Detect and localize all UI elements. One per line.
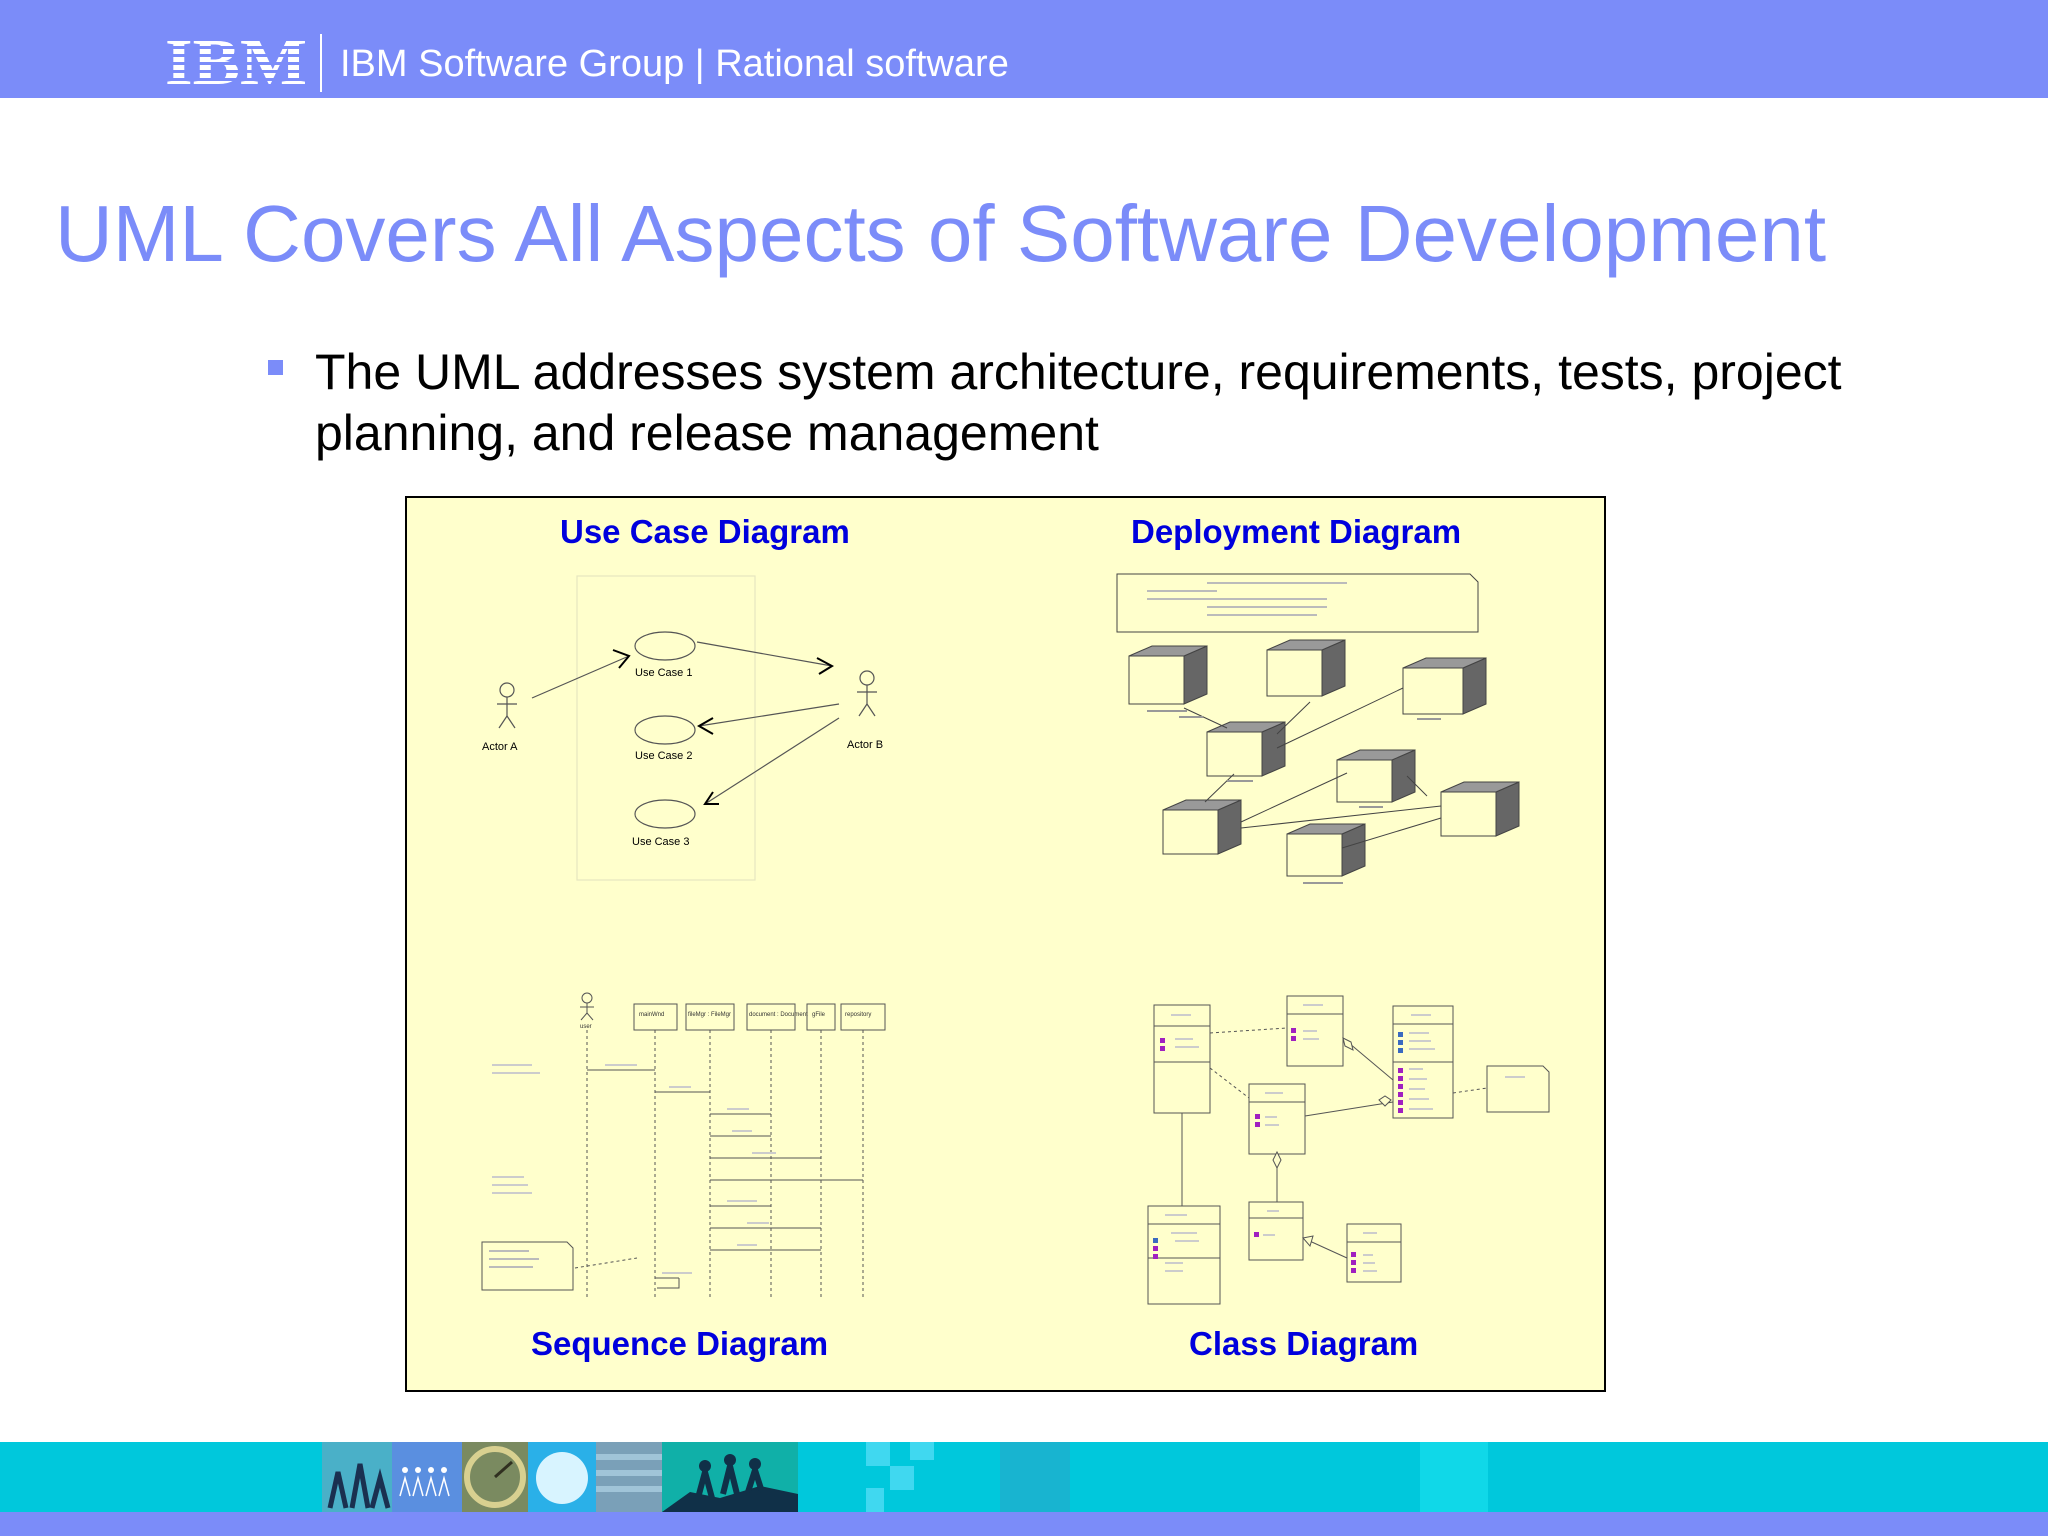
bullet-marker <box>268 360 283 375</box>
footer-pixel-pattern <box>866 1442 934 1512</box>
deployment-node-4 <box>1206 721 1286 777</box>
sequence-messages <box>587 1069 863 1289</box>
use-case-diagram <box>497 575 877 881</box>
deployment-diagram <box>1116 573 1520 884</box>
footer-hikers-icon <box>662 1442 798 1512</box>
deployment-node-7 <box>1162 799 1242 855</box>
uml-diagrams-figure: Actor A Actor B Use Case 1 Use Case 2 Us… <box>481 573 1550 1305</box>
footer-clock-icon <box>462 1442 528 1512</box>
deployment-node-8 <box>1286 823 1366 877</box>
footer-group-icon <box>392 1442 462 1512</box>
use-case-3-ellipse <box>634 799 696 829</box>
actor-a-label: Actor A <box>482 741 518 753</box>
use-case-1-ellipse <box>634 631 696 661</box>
deployment-diagram-label: Deployment Diagram <box>1131 513 1462 550</box>
class-box-1 <box>1153 1004 1211 1114</box>
footer-circle-icon <box>528 1442 596 1512</box>
header-title: IBM Software Group | Rational software <box>340 43 1009 85</box>
lifeline-label-user: user <box>580 1024 592 1030</box>
deployment-node-6 <box>1440 781 1520 837</box>
deployment-node-3 <box>1402 657 1487 715</box>
class-box-5 <box>1147 1205 1221 1305</box>
sequence-diagram-label: Sequence Diagram <box>531 1325 829 1362</box>
deployment-node-2 <box>1266 639 1346 697</box>
system-boundary <box>576 575 756 881</box>
uml-diagram-panel: Actor A Actor B Use Case 1 Use Case 2 Us… <box>405 496 1606 1392</box>
lifeline-label-repository: repository <box>845 1012 871 1018</box>
use-case-2-label: Use Case 2 <box>635 750 692 762</box>
ibm-logo: IBM <box>165 30 307 88</box>
footer-people-icon <box>322 1442 392 1512</box>
class-note <box>1486 1065 1550 1113</box>
lifeline-label-document: document : Document <box>749 1012 808 1018</box>
actor-a-figure <box>497 682 517 729</box>
actor-b-figure <box>857 670 877 717</box>
actor-b-label: Actor B <box>847 739 883 751</box>
footer-bottom-bar <box>0 1512 2048 1536</box>
sequence-actor-figure <box>580 992 594 1021</box>
use-case-3-label: Use Case 3 <box>632 836 689 848</box>
lifeline-label-filemgr: fileMgr : FileMgr <box>688 1012 731 1018</box>
slide-title: UML Covers All Aspects of Software Devel… <box>55 189 1827 278</box>
use-case-diagram-label: Use Case Diagram <box>560 513 850 550</box>
class-diagram <box>1147 995 1550 1305</box>
header-divider <box>320 34 322 92</box>
footer-image-strip <box>322 1442 1488 1512</box>
sequence-diagram <box>481 992 886 1300</box>
bullet-text: The UML addresses system architecture, r… <box>315 344 1842 461</box>
header-bar: IBM IBM Software Group | Rational softwa… <box>0 0 2048 98</box>
lifeline-label-main: mainWnd <box>639 1012 664 1018</box>
use-case-2-ellipse <box>634 715 696 745</box>
deployment-node-5 <box>1336 749 1416 803</box>
use-case-1-label: Use Case 1 <box>635 667 692 679</box>
footer-stripes-icon <box>596 1442 662 1512</box>
deployment-node-1 <box>1128 645 1208 705</box>
class-diagram-label: Class Diagram <box>1189 1325 1419 1362</box>
lifeline-label-gfile: gFile <box>812 1012 826 1018</box>
